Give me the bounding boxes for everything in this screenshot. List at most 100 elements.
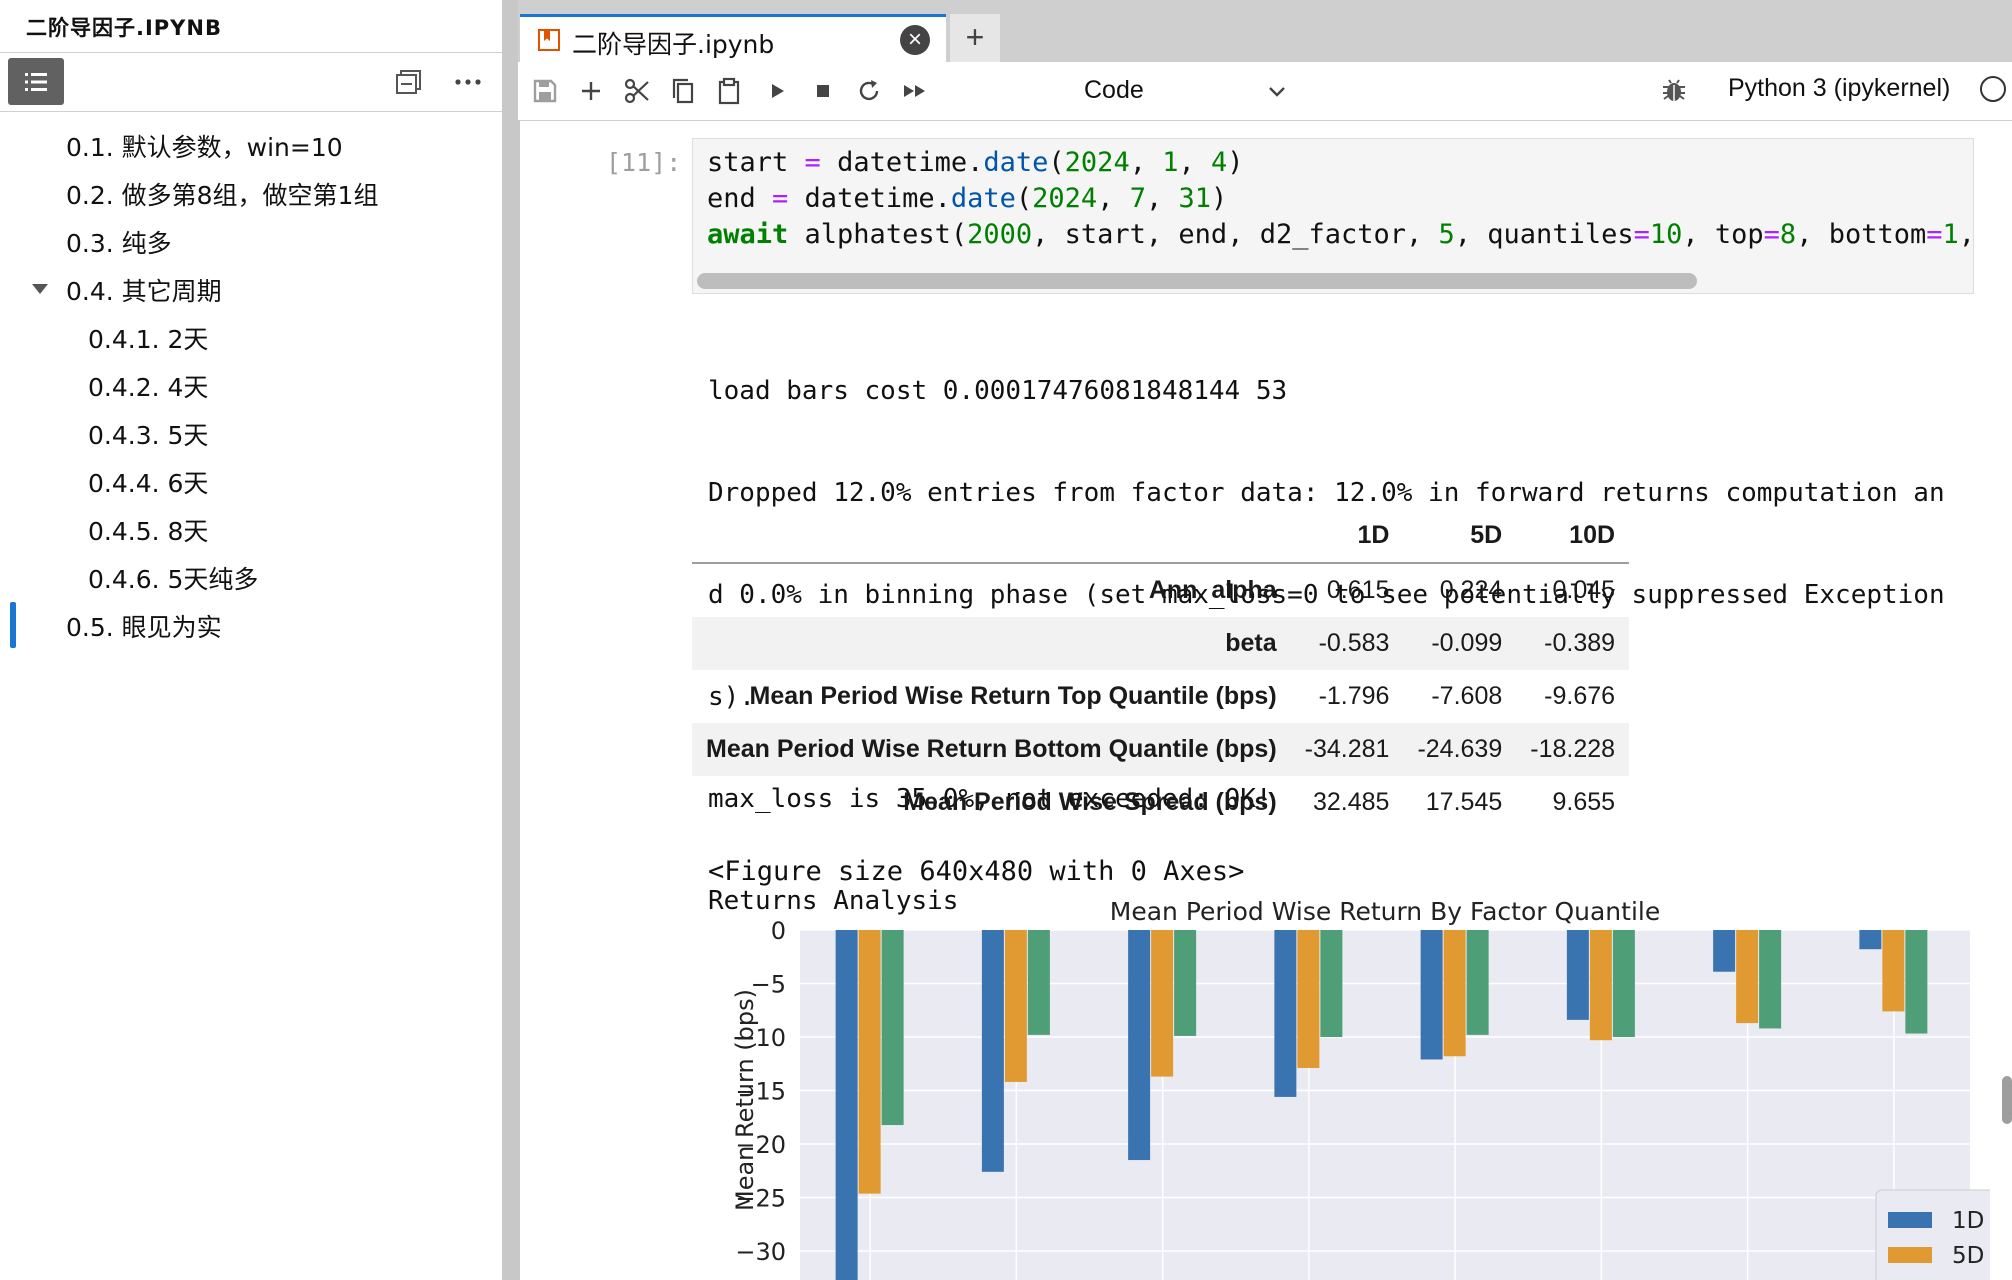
toc-item-active[interactable]: 0.5. 眼见为实 (66, 608, 222, 644)
legend-swatch (1888, 1212, 1932, 1228)
toc-item[interactable]: 0.4.3. 5天 (88, 416, 208, 452)
more-icon (455, 79, 481, 85)
row-header: Ann. alpha (1148, 576, 1277, 604)
list-icon (25, 72, 47, 91)
bar-10D-q4 (1320, 930, 1343, 1037)
horizontal-scrollbar[interactable] (697, 273, 1697, 289)
toc-item[interactable]: 0.4. 其它周期 (66, 272, 222, 308)
toc-item[interactable]: 0.4.4. 6天 (88, 464, 208, 500)
toc-item[interactable]: 0.3. 纯多 (66, 224, 172, 260)
table-cell: -9.676 (1544, 682, 1616, 710)
add-cell-icon[interactable] (576, 76, 606, 106)
table-cell: 0.615 (1326, 576, 1390, 604)
output-line: load bars cost 0.00017476081848144 53 (708, 376, 1288, 406)
table-cell: -0.099 (1431, 629, 1503, 657)
collapse-all-button[interactable] (394, 68, 422, 96)
bar-5D-q8 (1882, 930, 1905, 1012)
divider (0, 52, 502, 53)
column-header: 1D (1290, 508, 1404, 564)
bar-5D-q4 (1297, 930, 1320, 1069)
divider (518, 120, 520, 1280)
tab-bar: 二阶导因子.ipynb × + (518, 0, 2012, 62)
bar-5D-q7 (1736, 930, 1759, 1024)
bar-5D-q5 (1443, 930, 1466, 1057)
expand-caret-icon[interactable] (32, 284, 48, 294)
cut-icon[interactable] (622, 76, 652, 106)
cell-type-label: Code (1084, 76, 1144, 104)
table-row: Ann. alpha 0.615 0.224 0.045 (692, 563, 1629, 617)
toc-toggle-button[interactable] (8, 58, 64, 105)
bar-5D-q2 (1004, 930, 1027, 1082)
bar-1D-q3 (1128, 930, 1151, 1161)
bar-10D-q2 (1027, 930, 1050, 1035)
kernel-status-icon (1980, 76, 2006, 102)
toc-panel: 二阶导因子.IPYNB 0.1. 默认参数，win=10 0.2. 做多第8组，… (0, 0, 503, 1280)
bar-10D-q8 (1905, 930, 1928, 1034)
bar-chart: 0−5−10−15−20−25−30 Mean Period Wise Retu… (731, 897, 1990, 1280)
bar-1D-q2 (981, 930, 1004, 1172)
stop-icon[interactable] (808, 76, 838, 106)
y-axis-label: Mean Return (bps) (731, 989, 759, 1211)
toc-item[interactable]: 0.1. 默认参数，win=10 (66, 128, 343, 164)
tab-title: 二阶导因子.ipynb (572, 30, 775, 59)
vertical-scrollbar[interactable] (2002, 1076, 2012, 1124)
restart-icon[interactable] (854, 76, 884, 106)
column-header: 10D (1516, 508, 1630, 564)
copy-icon[interactable] (668, 76, 698, 106)
tab-notebook[interactable]: 二阶导因子.ipynb × (520, 14, 946, 62)
kernel-name[interactable]: Python 3 (ipykernel) (1728, 74, 1950, 103)
bar-1D-q1 (835, 930, 858, 1280)
toc-item[interactable]: 0.4.1. 2天 (88, 320, 208, 356)
plot-area (800, 930, 1970, 1280)
toc-item[interactable]: 0.4.6. 5天纯多 (88, 560, 258, 596)
paste-icon[interactable] (714, 76, 744, 106)
cell-type-dropdown[interactable]: Code (1084, 74, 1285, 108)
table-cell: -0.583 (1318, 629, 1390, 657)
bar-1D-q8 (1859, 930, 1882, 950)
new-tab-button[interactable]: + (950, 14, 1000, 62)
bar-10D-q5 (1466, 930, 1489, 1035)
legend: 1D5D10D (1875, 1189, 1990, 1280)
bar-5D-q3 (1151, 930, 1174, 1077)
chart-title: Mean Period Wise Return By Factor Quanti… (1110, 897, 1660, 926)
y-tick-label: −30 (735, 1238, 786, 1266)
table-cell: -24.639 (1417, 735, 1503, 763)
code-line: await alphatest(2000, start, end, d2_fac… (707, 219, 1974, 250)
table-cell: 0.224 (1439, 576, 1503, 604)
table-cell: -34.281 (1304, 735, 1390, 763)
bar-5D-q6 (1589, 930, 1612, 1041)
table-row: beta -0.583 -0.099 -0.389 (692, 617, 1630, 670)
bug-icon[interactable] (1660, 76, 1688, 104)
output-line: Dropped 12.0% entries from factor data: … (708, 478, 1945, 508)
more-options-button[interactable] (452, 68, 484, 96)
execution-count: [11]: (606, 148, 682, 177)
code-line: start = datetime.date(2024, 1, 4) (707, 147, 1244, 178)
run-icon[interactable] (762, 76, 792, 106)
active-section-indicator (10, 602, 16, 648)
bar-1D-q5 (1420, 930, 1443, 1060)
code-editor[interactable]: start = datetime.date(2024, 1, 4) end = … (692, 138, 1974, 294)
toc-item[interactable]: 0.2. 做多第8组，做空第1组 (66, 176, 378, 212)
bar-1D-q7 (1713, 930, 1736, 972)
table-cell: -0.389 (1544, 629, 1616, 657)
toc-item[interactable]: 0.4.2. 4天 (88, 368, 208, 404)
table-header-row: 1D 5D 10D (692, 508, 1630, 564)
row-header: beta (1225, 629, 1277, 657)
save-icon[interactable] (530, 76, 560, 106)
code-line: end = datetime.date(2024, 7, 31) (707, 183, 1228, 214)
table-row: Mean Period Wise Return Top Quantile (bp… (692, 670, 1629, 723)
run-all-icon[interactable] (900, 76, 930, 106)
legend-swatch (1888, 1247, 1932, 1263)
y-tick-label: 0 (771, 917, 786, 945)
returns-analysis-table: 1D 5D 10D Ann. alpha 0.615 0.224 0.045 b… (692, 508, 1630, 829)
toc-item[interactable]: 0.4.5. 8天 (88, 512, 208, 548)
row-header: Mean Period Wise Return Top Quantile (bp… (749, 682, 1277, 710)
table-cell: -18.228 (1530, 735, 1616, 763)
bar-5D-q1 (858, 930, 881, 1194)
collapse-all-icon (396, 70, 421, 94)
panel-splitter[interactable] (502, 0, 518, 1280)
notebook-area: 二阶导因子.ipynb × + Code Python 3 (ipykernel… (518, 0, 2012, 1280)
figure-size-text: <Figure size 640x480 with 0 Axes> (708, 856, 1245, 887)
close-icon[interactable]: × (900, 25, 930, 55)
column-header: 5D (1403, 508, 1517, 564)
